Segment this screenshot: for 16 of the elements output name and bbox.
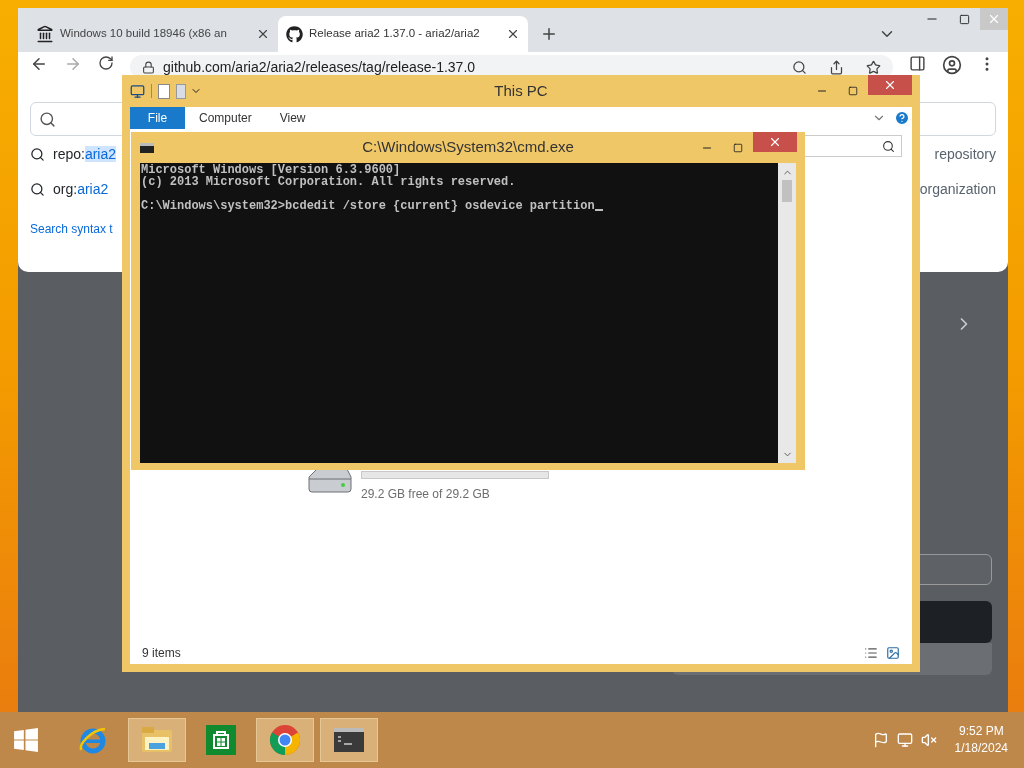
console-line: (c) 2013 Microsoft Corporation. All rights reserved. — [141, 176, 517, 188]
suggestion-scope: organization — [919, 179, 996, 199]
drive-free-space: 29.2 GB free of 29.2 GB — [361, 486, 491, 503]
suggestion-text: org:aria2 — [53, 179, 109, 199]
tab-title: Release aria2 1.37.0 - aria2/aria2 — [309, 26, 481, 42]
status-text: 9 items — [142, 645, 181, 662]
suggestion-scope: repository — [934, 144, 996, 164]
console-line: Microsoft Windows [Version 6.3.9600] — [141, 164, 401, 176]
clock-time: 9:52 PM — [958, 723, 1004, 740]
window-title: C:\Windows\System32\cmd.exe — [362, 137, 574, 158]
console-line: C:\Windows\system32>bcdedit /store {current} osdevice partition — [141, 200, 595, 212]
url-text: github.com/aria2/aria2/releases/tag/release-1.37.0 — [163, 57, 476, 77]
tab-title: Windows 10 build 18946 (x86 an — [60, 26, 228, 42]
window-title: This PC — [494, 80, 548, 101]
clock-date: 1/18/2024 — [954, 740, 1008, 757]
suggestion-text: repo:aria2 — [53, 144, 117, 164]
